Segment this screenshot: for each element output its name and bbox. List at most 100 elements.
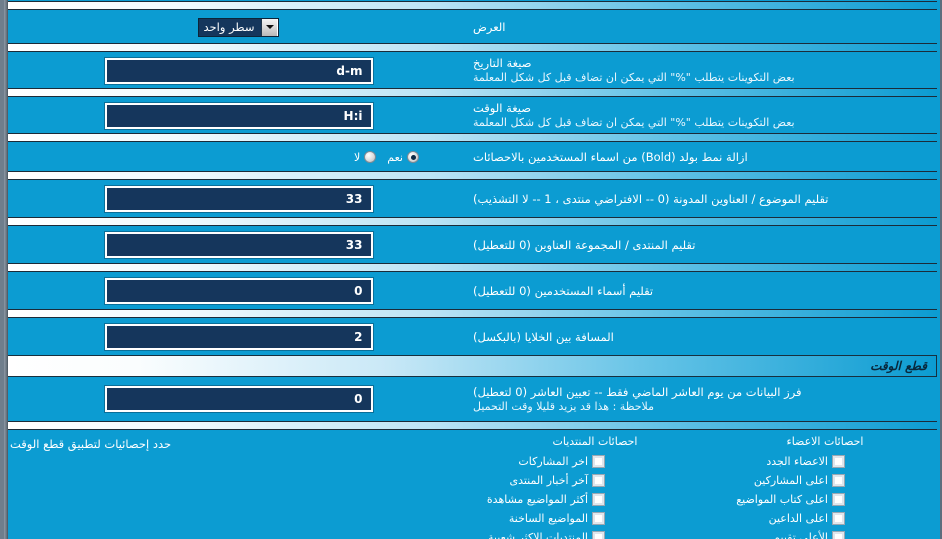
member-stats-item-1[interactable]: اعلى المشاركين xyxy=(710,471,940,490)
forum-stats-item-0[interactable]: اخر المشاركات xyxy=(480,452,710,471)
separator-5 xyxy=(4,216,940,228)
bold-removal-option-no[interactable]: لا xyxy=(354,150,377,164)
checkbox-icon[interactable] xyxy=(832,474,845,487)
radio-selected-icon[interactable] xyxy=(407,151,419,163)
bold-removal-option-no-label: لا xyxy=(354,150,361,164)
checkbox-icon[interactable] xyxy=(832,493,845,506)
checkbox-icon[interactable] xyxy=(592,531,605,539)
display-mode-label: العرض xyxy=(473,19,506,34)
checkbox-icon[interactable] xyxy=(592,512,605,525)
stats-selector-label: حدد إحصائيات لتطبيق قطع الوقت xyxy=(10,437,172,451)
time-cut-days-input[interactable] xyxy=(104,386,373,412)
cell-spacing-label: المسافة بين الخلايا (بالبكسل) xyxy=(473,329,614,344)
bold-removal-label: ازالة نمط بولد (Bold) من اسماء المستخدمي… xyxy=(473,149,748,164)
date-format-label-cell: صيغة التاريخ بعض التكوينات يتطلب "%" الت… xyxy=(467,56,932,85)
checkbox-icon[interactable] xyxy=(832,531,845,539)
section-header-time-cut: قطع الوقت xyxy=(4,354,940,378)
cell-spacing-label-cell: المسافة بين الخلايا (بالبكسل) xyxy=(467,330,932,345)
separator-7 xyxy=(4,308,940,320)
forum-stats-item-1[interactable]: آخر أخبار المنتدى xyxy=(480,471,710,490)
trim-forum-field xyxy=(10,232,467,258)
date-format-field xyxy=(10,57,467,84)
stats-selector-label-cell: حدد إحصائيات لتطبيق قطع الوقت xyxy=(4,434,480,539)
bold-removal-label-cell: ازالة نمط بولد (Bold) من اسماء المستخدمي… xyxy=(467,150,932,165)
row-display-mode: العرض سطر واحد xyxy=(4,12,940,42)
trim-usernames-label: تقليم أسماء المستخدمين (0 للتعطيل) xyxy=(473,283,654,298)
checkbox-icon[interactable] xyxy=(832,512,845,525)
forum-stats-item-4[interactable]: المنتديات الاكثر شعبية xyxy=(480,528,710,539)
separator-2 xyxy=(4,87,940,99)
display-mode-select[interactable]: سطر واحد xyxy=(197,17,280,37)
row-trim-forum: تقليم المنتدى / المجموعة العناوين (0 للت… xyxy=(4,228,940,262)
time-format-desc: بعض التكوينات يتطلب "%" التي يمكن ان تضا… xyxy=(473,116,795,129)
forum-stats-heading: احصائات المنتديات xyxy=(552,435,638,448)
forum-stats-item-3-label: المواضيع الساخنة xyxy=(508,512,588,525)
forum-stats-item-1-label: آخر أخبار المنتدى xyxy=(509,474,588,487)
bold-removal-option-yes[interactable]: نعم xyxy=(387,151,419,164)
bold-removal-field: نعم لا xyxy=(10,151,467,164)
time-cut-days-label-cell: فرز البيانات من يوم العاشر الماضي فقط --… xyxy=(467,385,932,414)
checkbox-icon[interactable] xyxy=(592,493,605,506)
trim-topic-input[interactable] xyxy=(104,186,373,212)
display-mode-selected-value: سطر واحد xyxy=(203,19,255,34)
trim-topic-label: تقليم الموضوع / العناوين المدونة (0 -- ا… xyxy=(473,191,829,206)
member-stats-item-3-label: اعلى الداعين xyxy=(768,512,828,525)
separator-1 xyxy=(4,42,940,54)
cell-spacing-field xyxy=(10,324,467,350)
trim-topic-field xyxy=(10,186,467,212)
forum-stats-item-2-label: أكثر المواضيع مشاهدة xyxy=(486,493,588,506)
trim-forum-input[interactable] xyxy=(104,232,373,258)
trim-topic-label-cell: تقليم الموضوع / العناوين المدونة (0 -- ا… xyxy=(467,192,932,207)
radio-unselected-icon[interactable] xyxy=(364,151,377,163)
trim-usernames-label-cell: تقليم أسماء المستخدمين (0 للتعطيل) xyxy=(467,284,932,299)
bold-removal-option-yes-label: نعم xyxy=(387,150,403,164)
separator-4 xyxy=(4,170,940,182)
display-mode-field: سطر واحد xyxy=(10,17,467,37)
date-format-title: صيغة التاريخ xyxy=(473,56,532,70)
member-stats-item-2[interactable]: اعلى كتاب المواضيع xyxy=(710,490,940,509)
checkbox-icon[interactable] xyxy=(592,474,605,487)
member-stats-item-2-label: اعلى كتاب المواضيع xyxy=(736,493,828,506)
date-format-input[interactable] xyxy=(104,57,373,84)
forum-stats-item-4-label: المنتديات الاكثر شعبية xyxy=(488,531,588,539)
forum-stats-item-0-label: اخر المشاركات xyxy=(518,455,588,468)
row-date-format: صيغة التاريخ بعض التكوينات يتطلب "%" الت… xyxy=(4,54,940,87)
member-stats-item-0-label: الاعضاء الجدد xyxy=(766,455,828,468)
member-stats-item-0[interactable]: الاعضاء الجدد xyxy=(710,452,940,471)
date-format-desc: بعض التكوينات يتطلب "%" التي يمكن ان تضا… xyxy=(473,71,795,84)
forum-stats-item-2[interactable]: أكثر المواضيع مشاهدة xyxy=(480,490,710,509)
separator-3 xyxy=(4,132,940,144)
member-stats-item-1-label: اعلى المشاركين xyxy=(753,474,828,487)
time-format-input[interactable] xyxy=(104,102,373,129)
separator-8 xyxy=(4,420,940,432)
row-bold-removal: ازالة نمط بولد (Bold) من اسماء المستخدمي… xyxy=(4,144,940,170)
display-mode-label-cell: العرض xyxy=(467,20,932,35)
time-format-label-cell: صيغة الوقت بعض التكوينات يتطلب "%" التي … xyxy=(467,101,932,130)
chevron-down-icon[interactable] xyxy=(261,18,279,36)
member-stats-heading: احصائات الاعضاء xyxy=(786,435,864,448)
trim-usernames-field xyxy=(10,278,467,304)
checkbox-icon[interactable] xyxy=(832,455,845,468)
left-edge-strip xyxy=(4,0,8,539)
row-time-format: صيغة الوقت بعض التكوينات يتطلب "%" التي … xyxy=(4,99,940,132)
bold-removal-radio-group: نعم لا xyxy=(10,151,467,164)
trim-forum-label-cell: تقليم المنتدى / المجموعة العناوين (0 للت… xyxy=(467,238,932,253)
cell-spacing-input[interactable] xyxy=(104,324,373,350)
separator-6 xyxy=(4,262,940,274)
settings-page: العرض سطر واحد صيغة التاريخ بعض التكوينا… xyxy=(0,0,942,539)
forum-stats-item-3[interactable]: المواضيع الساخنة xyxy=(480,509,710,528)
checkbox-icon[interactable] xyxy=(592,455,605,468)
time-cut-days-field xyxy=(10,386,467,412)
row-trim-topic: تقليم الموضوع / العناوين المدونة (0 -- ا… xyxy=(4,182,940,216)
time-cut-days-title: فرز البيانات من يوم العاشر الماضي فقط --… xyxy=(473,384,802,399)
member-stats-item-4[interactable]: الأعلى تقييم xyxy=(710,528,940,539)
settings-rows: العرض سطر واحد صيغة التاريخ بعض التكوينا… xyxy=(4,0,940,539)
time-cut-days-desc: ملاحظة : هذا قد يزيد قليلا وقت التحميل xyxy=(473,399,654,413)
member-stats-item-3[interactable]: اعلى الداعين xyxy=(710,509,940,528)
trim-usernames-input[interactable] xyxy=(104,278,373,304)
row-time-cut-days: فرز البيانات من يوم العاشر الماضي فقط --… xyxy=(4,378,940,420)
stats-selector-area: احصائات الاعضاء الاعضاء الجدد اعلى المشا… xyxy=(4,432,940,539)
trim-forum-label: تقليم المنتدى / المجموعة العناوين (0 للت… xyxy=(473,237,696,252)
forum-stats-column: احصائات المنتديات اخر المشاركات آخر أخبا… xyxy=(480,434,710,539)
time-format-title: صيغة الوقت xyxy=(473,101,532,115)
